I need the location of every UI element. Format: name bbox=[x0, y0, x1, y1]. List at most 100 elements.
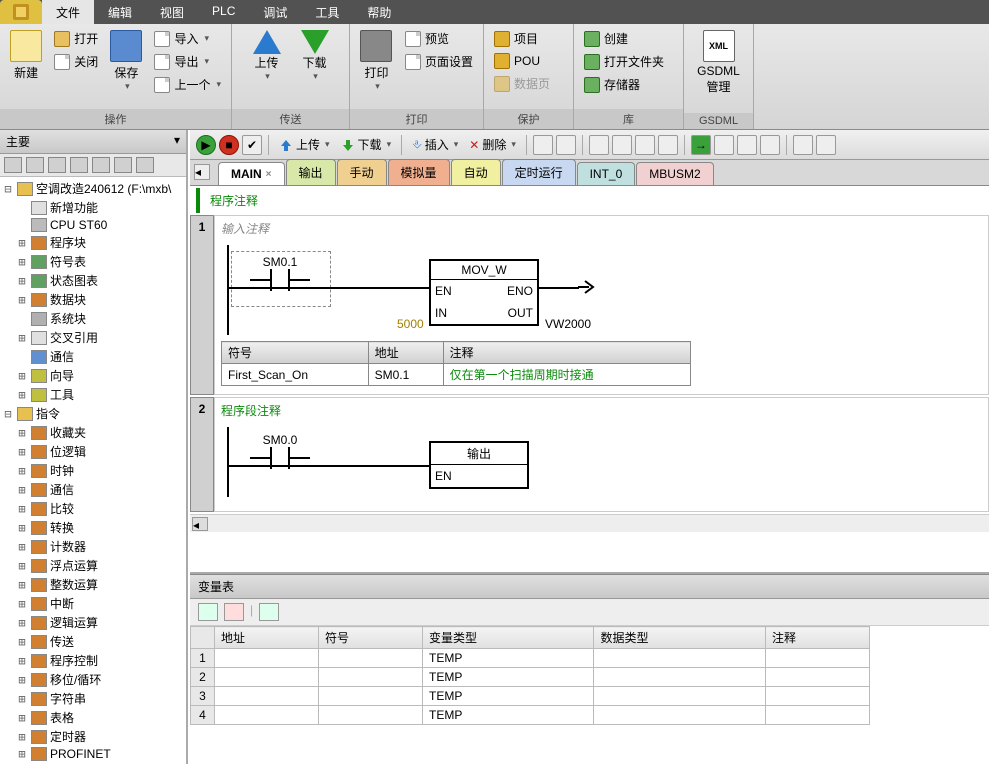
toolbar-upload[interactable]: 上传▾ bbox=[275, 136, 334, 153]
tree-btn-7[interactable] bbox=[136, 157, 154, 173]
table-row[interactable]: 2TEMP bbox=[191, 668, 870, 687]
tree-instr-item[interactable]: ⊞比较 bbox=[0, 499, 186, 518]
tree-item[interactable]: ⊞交叉引用 bbox=[0, 328, 186, 347]
tree-btn-5[interactable] bbox=[92, 157, 110, 173]
tab-analog[interactable]: 模拟量 bbox=[388, 159, 450, 185]
tree-item[interactable]: 通信 bbox=[0, 347, 186, 366]
tb-misc-11[interactable] bbox=[793, 135, 813, 155]
tree-item[interactable]: ⊞数据块 bbox=[0, 290, 186, 309]
tree-item[interactable]: 新增功能 bbox=[0, 198, 186, 217]
new-button[interactable]: 新建 bbox=[6, 28, 46, 83]
var-tb-del[interactable] bbox=[224, 603, 244, 621]
menu-view[interactable]: 视图 bbox=[146, 0, 198, 24]
var-tb-add[interactable] bbox=[198, 603, 218, 621]
tab-auto[interactable]: 自动 bbox=[451, 159, 501, 185]
tb-misc-8[interactable] bbox=[714, 135, 734, 155]
param-in[interactable]: 5000 bbox=[397, 317, 424, 331]
tree-btn-4[interactable] bbox=[70, 157, 88, 173]
table-row[interactable]: 3TEMP bbox=[191, 687, 870, 706]
ladder-editor[interactable]: 程序注释 1 输入注释 SM0.1 MOV_W ENENO IN bbox=[190, 186, 989, 574]
tb-misc-10[interactable] bbox=[760, 135, 780, 155]
tb-misc-6[interactable] bbox=[658, 135, 678, 155]
tree-instr-item[interactable]: ⊞时钟 bbox=[0, 461, 186, 480]
tab-mbus[interactable]: MBUSM2 bbox=[636, 162, 713, 185]
tab-timed[interactable]: 定时运行 bbox=[502, 159, 576, 185]
tb-misc-7[interactable]: → bbox=[691, 135, 711, 155]
variable-table[interactable]: 地址符号变量类型数据类型注释 1TEMP2TEMP3TEMP4TEMP bbox=[190, 626, 870, 725]
contact-sm01[interactable]: SM0.1 bbox=[245, 255, 315, 291]
network-number[interactable]: 1 bbox=[190, 215, 214, 395]
contact-sm00[interactable]: SM0.0 bbox=[245, 433, 315, 469]
pagesetup-button[interactable]: 页面设置 bbox=[401, 51, 477, 72]
menu-tools[interactable]: 工具 bbox=[301, 0, 353, 24]
segment-comment[interactable]: 程序段注释 bbox=[221, 400, 982, 421]
tree-item[interactable]: ⊞程序块 bbox=[0, 233, 186, 252]
input-comment[interactable]: 输入注释 bbox=[221, 218, 982, 239]
tree-instr-item[interactable]: ⊞PROFINET bbox=[0, 746, 186, 762]
protect-datapage-button[interactable]: 数据页 bbox=[490, 73, 554, 94]
tree-instr-item[interactable]: ⊞程序控制 bbox=[0, 651, 186, 670]
tree-instr-item[interactable]: ⊞转换 bbox=[0, 518, 186, 537]
tree-instr-item[interactable]: ⊞位逻辑 bbox=[0, 442, 186, 461]
tree-item[interactable]: ⊞向导 bbox=[0, 366, 186, 385]
tree-item[interactable]: ⊞状态图表 bbox=[0, 271, 186, 290]
stop-button[interactable]: ■ bbox=[219, 135, 239, 155]
tb-misc-1[interactable] bbox=[533, 135, 553, 155]
tree-btn-3[interactable] bbox=[48, 157, 66, 173]
tree-instr-item[interactable]: ⊞表格 bbox=[0, 708, 186, 727]
menu-help[interactable]: 帮助 bbox=[353, 0, 405, 24]
tree-instr-item[interactable]: ⊞定时器 bbox=[0, 727, 186, 746]
function-box-output[interactable]: 输出 EN bbox=[429, 441, 529, 489]
network-number[interactable]: 2 bbox=[190, 397, 214, 512]
toolbar-delete[interactable]: ✕删除▾ bbox=[465, 136, 520, 153]
tb-misc-9[interactable] bbox=[737, 135, 757, 155]
tb-misc-3[interactable] bbox=[589, 135, 609, 155]
preview-button[interactable]: 预览 bbox=[401, 28, 477, 49]
lib-memory-button[interactable]: 存储器 bbox=[580, 74, 668, 95]
tree-instr-item[interactable]: ⊞移位/循环 bbox=[0, 670, 186, 689]
menu-debug[interactable]: 调试 bbox=[249, 0, 301, 24]
protect-project-button[interactable]: 项目 bbox=[490, 28, 554, 49]
tab-output[interactable]: 输出 bbox=[286, 159, 336, 185]
table-row[interactable]: 1TEMP bbox=[191, 649, 870, 668]
table-row[interactable]: 4TEMP bbox=[191, 706, 870, 725]
menu-edit[interactable]: 编辑 bbox=[94, 0, 146, 24]
tree-instr-item[interactable]: ⊞浮点运算 bbox=[0, 556, 186, 575]
tree-instr-item[interactable]: ⊞中断 bbox=[0, 594, 186, 613]
tree-project-root[interactable]: ⊟空调改造240612 (F:\mxb\ bbox=[0, 179, 186, 198]
tree-instructions-root[interactable]: ⊟指令 bbox=[0, 404, 186, 423]
tree-item[interactable]: ⊞工具 bbox=[0, 385, 186, 404]
tree-item[interactable]: ⊞符号表 bbox=[0, 252, 186, 271]
scroll-left-button[interactable]: ◂ bbox=[192, 517, 208, 531]
upload-button[interactable]: 上传▾ bbox=[245, 28, 289, 84]
tab-main[interactable]: MAIN× bbox=[218, 162, 285, 185]
open-button[interactable]: 打开 bbox=[50, 28, 102, 49]
function-box-movw[interactable]: MOV_W ENENO INOUT bbox=[429, 259, 539, 326]
run-button[interactable]: ▶ bbox=[196, 135, 216, 155]
tree-item[interactable]: 系统块 bbox=[0, 309, 186, 328]
var-tb-misc[interactable] bbox=[259, 603, 279, 621]
gsdml-button[interactable]: XMLGSDML 管理 bbox=[697, 28, 741, 97]
program-comment[interactable]: 程序注释 bbox=[196, 188, 983, 213]
param-out[interactable]: VW2000 bbox=[545, 317, 591, 331]
print-button[interactable]: 打印▾ bbox=[356, 28, 397, 94]
lib-openfolder-button[interactable]: 打开文件夹 bbox=[580, 51, 668, 72]
tree-instr-item[interactable]: ⊞计数器 bbox=[0, 537, 186, 556]
editor-hscroll[interactable]: ◂ bbox=[190, 514, 989, 532]
close-icon[interactable]: × bbox=[266, 169, 272, 180]
panel-menu-icon[interactable]: ▾ bbox=[174, 133, 180, 150]
tab-manual[interactable]: 手动 bbox=[337, 159, 387, 185]
lib-create-button[interactable]: 创建 bbox=[580, 28, 668, 49]
menu-file[interactable]: 文件 bbox=[42, 0, 94, 24]
tree-instr-item[interactable]: ⊞逻辑运算 bbox=[0, 613, 186, 632]
tb-misc-12[interactable] bbox=[816, 135, 836, 155]
tree-instr-item[interactable]: ⊞收藏夹 bbox=[0, 423, 186, 442]
compile-button[interactable]: ✔ bbox=[242, 135, 262, 155]
menu-plc[interactable]: PLC bbox=[198, 0, 249, 24]
export-button[interactable]: 导出▾ bbox=[150, 51, 225, 72]
tree-instr-item[interactable]: ⊞通信 bbox=[0, 480, 186, 499]
toolbar-insert[interactable]: ⎀插入▾ bbox=[408, 136, 462, 153]
tree-instr-item[interactable]: ⊞传送 bbox=[0, 632, 186, 651]
import-button[interactable]: 导入▾ bbox=[150, 28, 225, 49]
app-icon[interactable] bbox=[0, 0, 42, 24]
